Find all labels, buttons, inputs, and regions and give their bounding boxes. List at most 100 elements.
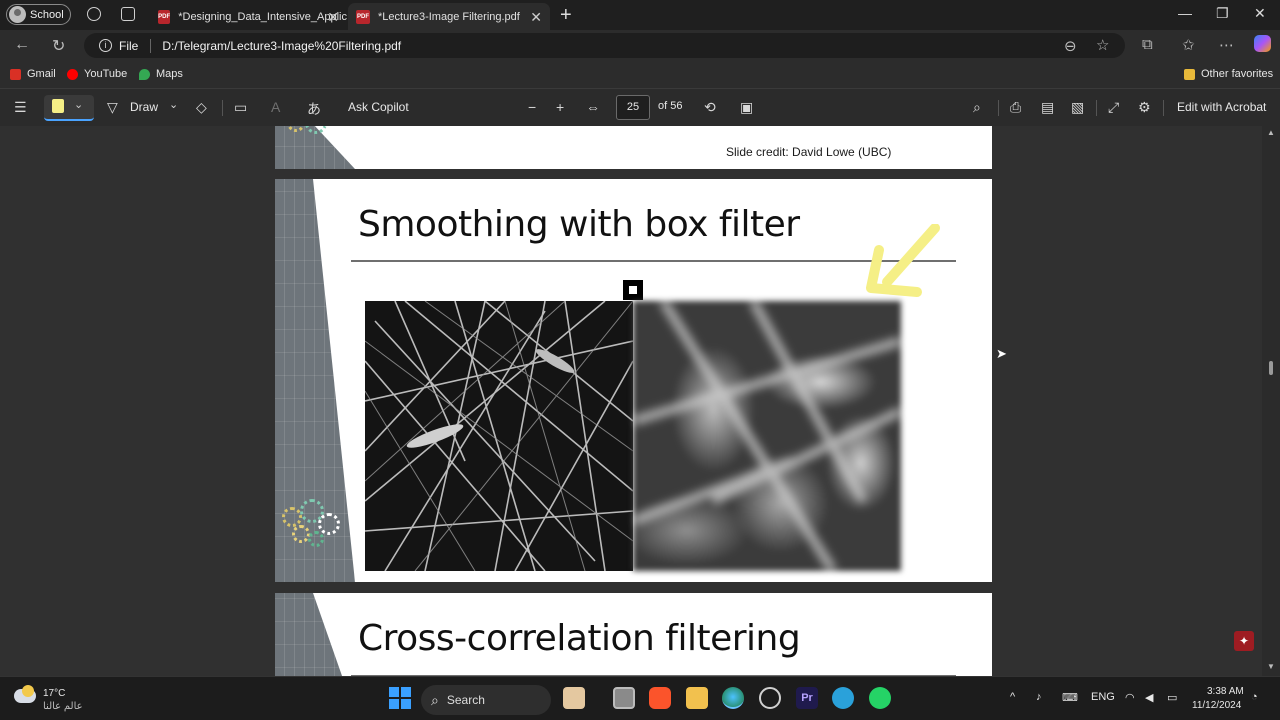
chevron-up-icon[interactable]: ^ [1010, 691, 1015, 703]
maximize-icon[interactable]: ❐ [1216, 5, 1229, 22]
premiere-icon[interactable]: Pr [796, 687, 818, 709]
whatsapp-icon[interactable] [869, 687, 891, 709]
refresh-icon[interactable]: ↻ [52, 36, 65, 56]
slide-next: Cross-correlation filtering [275, 593, 992, 676]
start-icon[interactable] [389, 687, 411, 709]
sun-icon [22, 685, 34, 697]
divider [150, 38, 152, 53]
gears-logo [278, 497, 348, 557]
brave-icon[interactable] [649, 687, 671, 709]
rotate-icon[interactable]: ⟲ [704, 99, 716, 116]
address-input[interactable]: i File D:/Telegram/Lecture3-Image%20Filt… [84, 33, 1125, 58]
extensions-icon[interactable]: ⧉ [1142, 36, 1153, 53]
back-icon[interactable]: ← [14, 36, 30, 54]
clock-time[interactable]: 3:38 AM [1207, 686, 1244, 697]
fullscreen-icon[interactable]: ⤢ [1108, 99, 1119, 116]
scrollbar-thumb[interactable] [1269, 361, 1273, 375]
favorite-maps[interactable]: Maps [139, 68, 183, 80]
microphone-icon[interactable]: ♪ [1036, 691, 1042, 703]
gmail-icon [10, 68, 21, 80]
draw-label[interactable]: Draw [130, 100, 158, 114]
other-favorites-folder[interactable]: Other favorites [1184, 68, 1273, 80]
pdf-viewer[interactable]: Slide credit: David Lowe (UBC) Smoothing… [0, 126, 1280, 676]
tab-actions-icon[interactable] [121, 7, 135, 21]
zoom-in-icon[interactable]: + [556, 99, 564, 115]
original-image [365, 301, 633, 571]
battery-icon[interactable]: ▭ [1167, 691, 1177, 704]
read-aloud-icon[interactable]: A [271, 99, 280, 115]
taskbar-search[interactable]: ⌕ Search [421, 685, 551, 715]
gears-logo [279, 126, 349, 169]
widget-app-icon[interactable] [563, 687, 585, 709]
tab-title: *Lecture3-Image Filtering.pdf [378, 10, 520, 23]
divider [1163, 100, 1164, 116]
slide-title: Cross-correlation filtering [358, 618, 801, 659]
eraser-icon[interactable]: ◇ [196, 99, 207, 116]
slide-credit: Slide credit: David Lowe (UBC) [726, 145, 892, 159]
save-as-icon[interactable]: ▧ [1071, 99, 1084, 116]
wifi-icon[interactable]: ◠ [1125, 691, 1135, 704]
print-icon[interactable]: ⎙ [1010, 99, 1021, 116]
scroll-down-icon[interactable]: ▼ [1267, 662, 1275, 671]
text-box-icon[interactable]: ▭ [234, 99, 247, 116]
close-icon[interactable]: ✕ [327, 9, 339, 26]
pdf-toolbar: ☰ ⌄ ▽ Draw ⌄ ◇ ▭ A あ Ask Copilot − + ⇔ 2… [0, 88, 1280, 126]
more-menu-icon[interactable]: ⋯ [1219, 36, 1234, 54]
fit-page-icon[interactable]: ⇔ [586, 99, 600, 115]
task-view-icon[interactable] [613, 687, 635, 709]
profile-button[interactable]: School [6, 4, 71, 25]
avatar [9, 6, 26, 23]
folder-label: Other favorites [1201, 68, 1274, 80]
edge-icon[interactable] [722, 687, 744, 709]
favorite-gmail[interactable]: Gmail [10, 68, 56, 80]
favorites-icon[interactable]: ✩ [1182, 36, 1195, 54]
scheme-label: File [119, 38, 139, 53]
tab-designing-data[interactable]: PDF *Designing_Data_Intensive_Applic ✕ [150, 3, 347, 30]
page-view-icon[interactable]: ▣ [740, 99, 753, 116]
edit-with-acrobat-button[interactable]: Edit with Acrobat [1177, 100, 1266, 114]
contents-icon[interactable]: ☰ [14, 99, 27, 116]
vertical-scrollbar[interactable]: ▲ ▼ [1262, 126, 1280, 676]
file-explorer-icon[interactable] [686, 687, 708, 709]
weather-widget[interactable] [14, 685, 40, 709]
clock-app-icon[interactable] [759, 687, 781, 709]
draw-icon[interactable]: ▽ [107, 99, 118, 116]
new-tab-icon[interactable]: + [560, 4, 572, 27]
favorite-youtube[interactable]: YouTube [67, 68, 127, 80]
slide-previous: Slide credit: David Lowe (UBC) [275, 126, 992, 169]
settings-gear-icon[interactable]: ⚙ [1138, 99, 1151, 116]
page-number-input[interactable]: 25 [616, 95, 650, 120]
favorite-star-icon[interactable]: ☆ [1096, 36, 1109, 54]
taskbar: 17°C عالم عالنا ⌕ Search Pr ^ ♪ ⌨ ENG ◠ … [0, 676, 1280, 720]
translate-icon[interactable]: あ [307, 99, 321, 119]
search-label: Search [446, 693, 485, 707]
workspaces-icon[interactable] [87, 7, 101, 21]
close-window-icon[interactable]: ✕ [1254, 5, 1266, 22]
profile-label: School [30, 8, 64, 21]
favorites-bar: Gmail YouTube Maps Other favorites [0, 61, 1280, 88]
minimize-icon[interactable]: — [1178, 5, 1192, 21]
info-icon[interactable]: i [99, 39, 112, 52]
tab-lecture3[interactable]: PDF *Lecture3-Image Filtering.pdf ✕ [348, 3, 550, 30]
language-indicator[interactable]: ENG [1091, 691, 1115, 703]
volume-icon[interactable]: ◀ [1145, 691, 1153, 704]
search-icon[interactable]: ⌕ [973, 99, 981, 116]
acrobat-icon[interactable]: ✦ [1234, 631, 1254, 651]
zoom-icon[interactable]: ⊖ [1064, 37, 1077, 55]
highlight-button[interactable]: ⌄ [44, 95, 94, 121]
chevron-down-icon[interactable]: ⌄ [169, 98, 178, 111]
zoom-out-icon[interactable]: − [528, 99, 536, 115]
annotation-arrow-icon[interactable] [865, 224, 955, 304]
telegram-icon[interactable] [832, 687, 854, 709]
notification-bell-icon[interactable]: ◔ [1251, 691, 1258, 703]
ask-copilot-button[interactable]: Ask Copilot [348, 100, 409, 114]
favorite-label: YouTube [84, 68, 128, 80]
scroll-up-icon[interactable]: ▲ [1267, 128, 1275, 137]
pdf-icon: PDF [356, 9, 370, 24]
save-icon[interactable]: ▤ [1041, 99, 1054, 116]
close-icon[interactable]: ✕ [530, 9, 542, 26]
clock-date[interactable]: 11/12/2024 [1192, 700, 1241, 711]
keyboard-icon[interactable]: ⌨ [1062, 691, 1078, 704]
copilot-icon[interactable] [1254, 35, 1271, 52]
tab-strip: School PDF *Designing_Data_Intensive_App… [0, 0, 1280, 30]
